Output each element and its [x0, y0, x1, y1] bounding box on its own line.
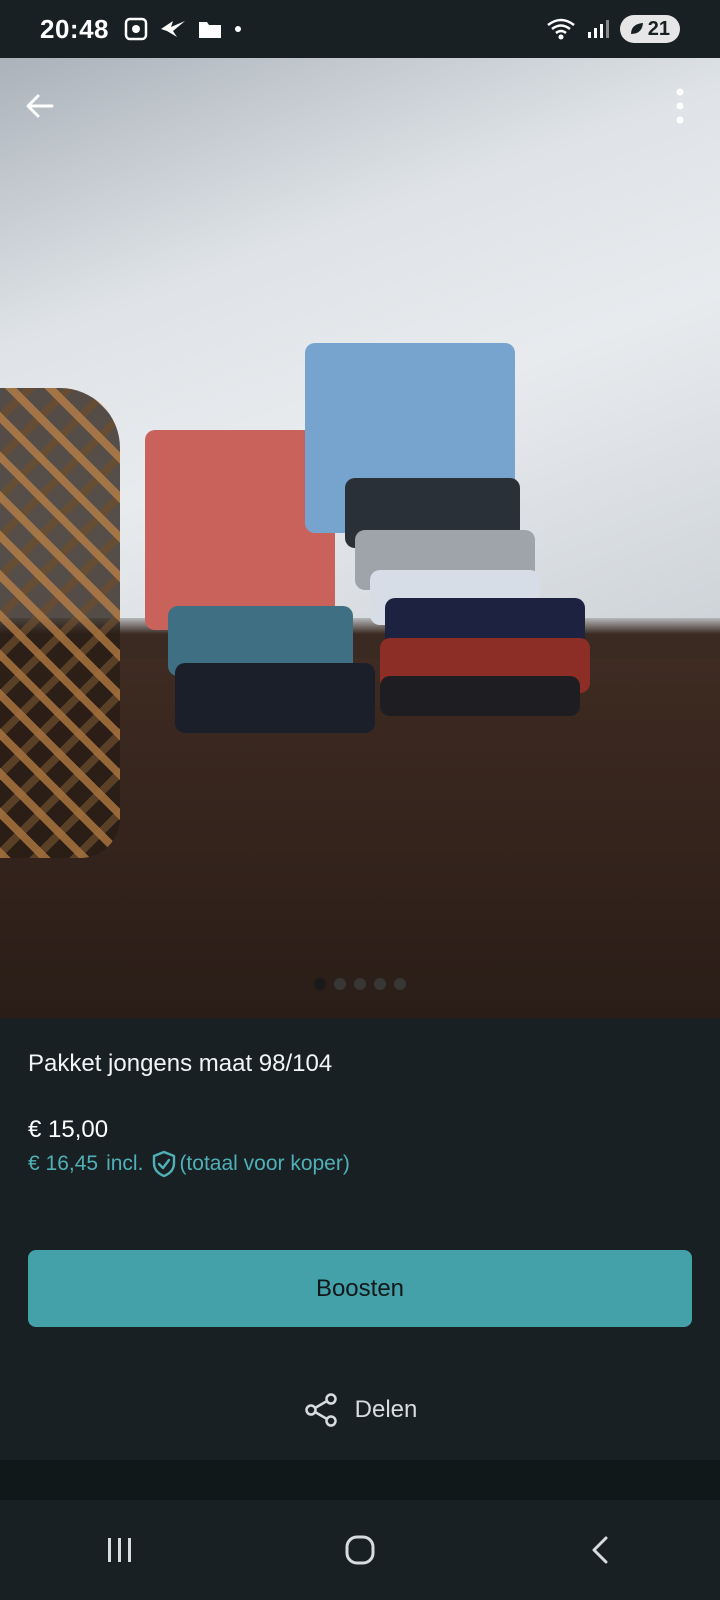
- battery-icon: [630, 23, 643, 34]
- listing-price: € 15,00: [28, 1116, 109, 1143]
- photo-basket: [0, 388, 120, 858]
- buyer-total-price[interactable]: € 16,45 incl. (totaal voor koper): [28, 1150, 350, 1178]
- status-time: 20:48: [40, 13, 109, 44]
- system-nav-bar: [0, 1500, 720, 1600]
- share-label: Delen: [354, 1396, 418, 1423]
- signal-icon: [587, 20, 609, 38]
- share-icon: [304, 1393, 337, 1427]
- buyer-total-note: (totaal voor koper): [179, 1152, 350, 1175]
- status-left-icons: [123, 16, 243, 42]
- buyer-total-amount: € 16,45: [28, 1152, 99, 1175]
- recent-apps-icon: [108, 1538, 131, 1562]
- listing-photo[interactable]: [0, 58, 720, 1018]
- wifi-icon: [546, 18, 575, 40]
- back-button[interactable]: [18, 84, 62, 128]
- battery-level: 21: [647, 17, 670, 40]
- arrow-left-icon: [26, 94, 54, 118]
- listing-title: Pakket jongens maat 98/104: [28, 1050, 333, 1077]
- dot-icon: [235, 26, 241, 32]
- gallery-dots: [0, 978, 720, 990]
- share-button[interactable]: Delen: [0, 1388, 720, 1432]
- system-back-button[interactable]: [570, 1520, 630, 1580]
- status-right: 21: [546, 15, 680, 43]
- screenshot-icon: [124, 17, 148, 41]
- bottom-divider: [0, 1460, 720, 1500]
- gallery-dot[interactable]: [314, 978, 326, 990]
- recent-apps-button[interactable]: [90, 1520, 150, 1580]
- clothing-stack-left-bottom: [175, 663, 375, 733]
- listing-details: Pakket jongens maat 98/104 € 15,00 € 16,…: [28, 1040, 692, 1178]
- folder-icon: [199, 22, 221, 38]
- gallery-dot[interactable]: [394, 978, 406, 990]
- gallery-dot[interactable]: [374, 978, 386, 990]
- home-icon: [345, 1535, 375, 1565]
- buyer-total-incl: incl.: [106, 1152, 144, 1175]
- boost-button[interactable]: Boosten: [28, 1250, 692, 1327]
- more-options-button[interactable]: [658, 84, 702, 128]
- chevron-left-icon: [592, 1536, 608, 1564]
- status-bar: 20:48 21: [0, 0, 720, 58]
- gallery-dot[interactable]: [354, 978, 366, 990]
- home-button[interactable]: [330, 1520, 390, 1580]
- clothing-stack-right-bottom: [380, 676, 580, 716]
- shield-check-icon: [153, 1150, 176, 1178]
- more-vertical-icon: [676, 88, 684, 124]
- gallery-dot[interactable]: [334, 978, 346, 990]
- battery-indicator: 21: [619, 15, 680, 43]
- wing-icon: [161, 21, 185, 37]
